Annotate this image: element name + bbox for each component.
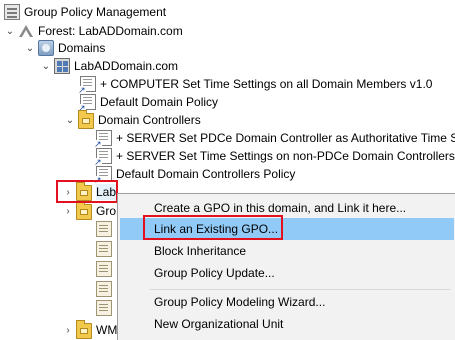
tree-node-gpo[interactable] — [96, 239, 116, 259]
tree-root-gpm[interactable]: Group Policy Management — [4, 2, 166, 22]
gpo-link-icon — [94, 166, 112, 185]
tree-node-domain-controllers[interactable]: ⌄ Domain Controllers — [64, 110, 201, 130]
tree-node-gpo-link[interactable]: Default Domain Controllers Policy — [94, 164, 296, 185]
gpo-link-icon — [78, 76, 96, 95]
gpo-link-label: + SERVER Set PDCe Domain Controller as A… — [116, 131, 455, 145]
gpo-link-icon — [94, 130, 112, 149]
forest-icon — [18, 23, 34, 39]
tree-node-gpo[interactable] — [96, 279, 116, 299]
tree-node-wmi-label: WM — [96, 323, 118, 337]
ou-folder-icon — [78, 110, 94, 129]
tree-node-domains[interactable]: ⌄ Domains — [24, 38, 105, 58]
chevron-down-icon[interactable]: ⌄ — [4, 21, 16, 41]
gpo-scroll-icon — [96, 281, 112, 297]
chevron-right-icon[interactable]: › — [62, 182, 74, 202]
ou-folder-icon — [76, 182, 92, 201]
tree-node-gpo[interactable] — [96, 298, 116, 318]
menu-item-link-existing-gpo[interactable]: Link an Existing GPO... — [120, 218, 454, 240]
tree-node-wmi-filters[interactable]: › WM — [62, 320, 117, 340]
menu-item-modeling-wizard[interactable]: Group Policy Modeling Wizard... — [120, 291, 454, 313]
tree-root-label: Group Policy Management — [24, 5, 167, 19]
tree-node-domain-controllers-label: Domain Controllers — [98, 113, 201, 127]
gpo-scroll-icon — [96, 261, 112, 277]
menu-item-group-policy-update[interactable]: Group Policy Update... — [120, 262, 454, 284]
chevron-down-icon[interactable]: ⌄ — [24, 38, 36, 58]
domains-icon — [38, 40, 54, 56]
tree-node-gpo[interactable] — [96, 219, 116, 239]
gpo-link-icon — [94, 148, 112, 167]
menu-separator — [150, 289, 450, 290]
tree-node-lab-label: Lab — [96, 184, 117, 200]
tree-node-gpo[interactable] — [96, 259, 116, 279]
tree-node-domains-label: Domains — [58, 41, 106, 55]
chevron-down-icon[interactable]: ⌄ — [64, 110, 76, 130]
tree-node-gpo-link[interactable]: Default Domain Policy — [78, 92, 219, 113]
gpo-container-folder-icon — [76, 201, 92, 220]
menu-item-new-ou[interactable]: New Organizational Unit — [120, 313, 454, 335]
tree-node-domain-label: LabADDomain.com — [74, 59, 179, 73]
menu-item-create-gpo-and-link[interactable]: Create a GPO in this domain, and Link it… — [120, 197, 454, 219]
tree-node-gpo-link[interactable]: + COMPUTER Set Time Settings on all Doma… — [78, 74, 433, 95]
tree-node-group-policy-objects[interactable]: › Gro — [62, 201, 116, 221]
menu-item-block-inheritance[interactable]: Block Inheritance — [120, 240, 454, 262]
chevron-down-icon[interactable]: ⌄ — [40, 56, 52, 76]
gpo-link-label: + COMPUTER Set Time Settings on all Doma… — [100, 77, 433, 91]
tree-node-domain[interactable]: ⌄ LabADDomain.com — [40, 56, 178, 76]
tree-node-gpo-link[interactable]: + SERVER Set Time Settings on non-PDCe D… — [94, 146, 455, 167]
tree-node-gpo-link[interactable]: + SERVER Set PDCe Domain Controller as A… — [94, 128, 455, 149]
wmi-filters-folder-icon — [76, 320, 92, 339]
gpo-scroll-icon — [96, 241, 112, 257]
chevron-right-icon[interactable]: › — [62, 201, 74, 221]
gpo-scroll-icon — [96, 221, 112, 237]
gpm-console-icon — [4, 4, 20, 20]
gpo-link-label: Default Domain Controllers Policy — [116, 167, 296, 181]
domain-icon — [54, 58, 70, 74]
context-menu: Create a GPO in this domain, and Link it… — [117, 193, 455, 340]
chevron-right-icon[interactable]: › — [62, 320, 74, 340]
tree-node-forest-label: Forest: LabADDomain.com — [38, 24, 183, 38]
gpo-link-label: + SERVER Set Time Settings on non-PDCe D… — [116, 149, 455, 163]
gpo-link-label: Default Domain Policy — [100, 95, 219, 109]
gpo-link-icon — [78, 94, 96, 113]
gpo-scroll-icon — [96, 300, 112, 316]
tree-node-lab-ou[interactable]: › Lab — [62, 182, 117, 202]
tree-node-gpo-container-label: Gro — [96, 204, 117, 218]
